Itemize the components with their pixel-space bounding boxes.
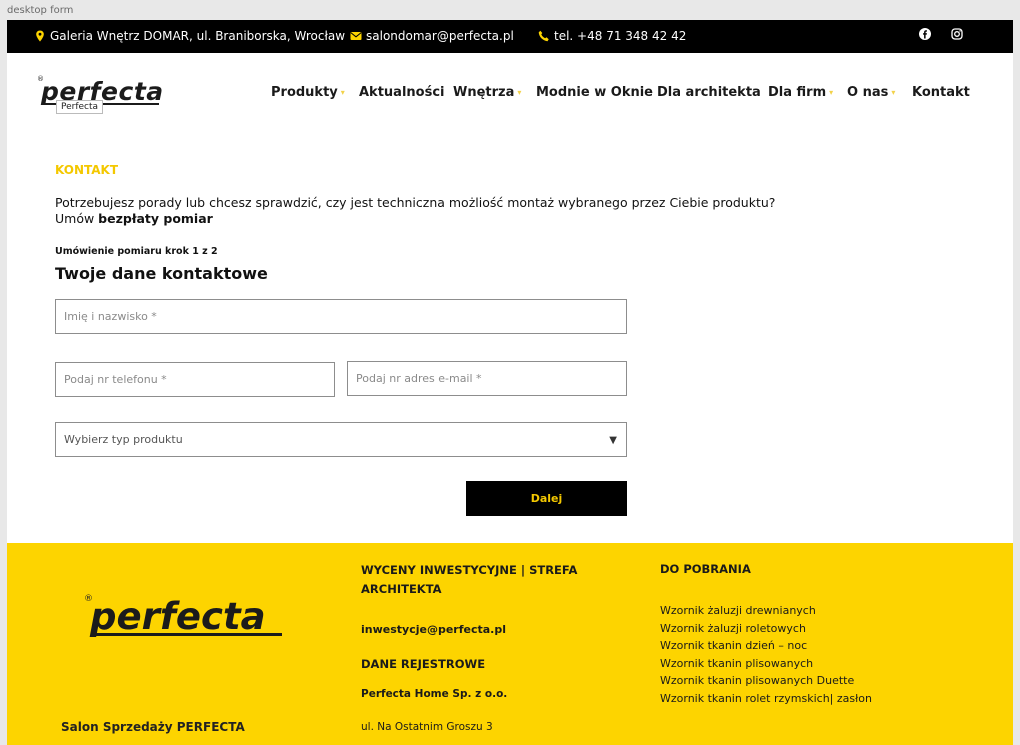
footer-company-name: Perfecta Home Sp. z o.o. xyxy=(361,688,508,700)
intro-prefix: Umów xyxy=(55,211,99,226)
section-label: KONTAKT xyxy=(55,163,119,177)
nav-label: Wnętrza xyxy=(453,85,515,100)
next-button[interactable]: Dalej xyxy=(466,481,627,516)
footer-investment-heading: WYCENY INWESTYCYJNE | STREFA ARCHITEKTA xyxy=(361,563,578,596)
nav-item-aktualnosci[interactable]: Aktualności xyxy=(359,85,445,100)
product-type-select[interactable]: Wybierz typ produktu ▼ xyxy=(55,422,627,457)
download-link[interactable]: Wzornik tkanin plisowanych xyxy=(660,655,872,673)
footer-address: ul. Na Ostatnim Groszu 3 xyxy=(361,721,493,733)
topbar-address[interactable]: Galeria Wnętrz DOMAR, ul. Braniborska, W… xyxy=(34,29,345,43)
nav-label: O nas xyxy=(847,85,889,100)
nav-item-wnetrza[interactable]: Wnętrza ▾ xyxy=(453,85,521,100)
footer-salon-title: Salon Sprzedaży PERFECTA xyxy=(61,720,245,734)
chevron-down-icon: ▾ xyxy=(517,88,522,97)
facebook-icon[interactable] xyxy=(918,27,932,41)
topbar-address-text: Galeria Wnętrz DOMAR, ul. Braniborska, W… xyxy=(50,29,346,43)
nav-label: Aktualności xyxy=(359,85,445,100)
nav-item-produkty[interactable]: Produkty ▾ xyxy=(271,85,345,100)
footer: ® perfecta Salon Sprzedaży PERFECTA WYCE… xyxy=(7,543,1013,745)
topbar-email-text: salondomar@perfecta.pl xyxy=(366,29,514,43)
download-link[interactable]: Wzornik tkanin rolet rzymskich| zasłon xyxy=(660,690,872,708)
location-pin-icon xyxy=(36,30,44,42)
step-indicator: Umówienie pomiaru krok 1 z 2 xyxy=(55,246,218,257)
chevron-down-icon: ▾ xyxy=(891,88,896,97)
frame-label: desktop form xyxy=(7,5,74,16)
footer-registry-heading: DANE REJESTROWE xyxy=(361,657,486,671)
nav-label: Kontakt xyxy=(912,85,970,100)
chevron-down-icon: ▾ xyxy=(340,88,345,97)
download-link[interactable]: Wzornik żaluzji roletowych xyxy=(660,620,872,638)
logo-tooltip: Perfecta xyxy=(56,100,104,114)
intro-line-1: Potrzebujesz porady lub chcesz sprawdzić… xyxy=(55,195,776,210)
chevron-down-icon: ▾ xyxy=(829,88,834,97)
topbar-email[interactable]: salondomar@perfecta.pl xyxy=(350,29,514,43)
nav-item-dla-firm[interactable]: Dla firm ▾ xyxy=(768,85,833,100)
nav-item-modnie-w-oknie[interactable]: Modnie w Oknie xyxy=(536,85,653,100)
form-title: Twoje dane kontaktowe xyxy=(55,264,268,283)
intro-line-2: Umów bezpłaty pomiar xyxy=(55,211,775,227)
footer-investment-email[interactable]: inwestycje@perfecta.pl xyxy=(361,623,506,636)
email-field[interactable] xyxy=(347,361,627,396)
nav-label: Dla architekta xyxy=(657,85,761,100)
page: Galeria Wnętrz DOMAR, ul. Braniborska, W… xyxy=(7,20,1013,745)
nav-label: Dla firm xyxy=(768,85,827,100)
footer-logo[interactable]: ® perfecta xyxy=(82,591,287,647)
phone-field[interactable] xyxy=(55,362,335,397)
topbar-phone-text: tel. +48 71 348 42 42 xyxy=(554,29,687,43)
envelope-icon xyxy=(350,32,362,40)
nav-label: Modnie w Oknie xyxy=(536,85,653,100)
instagram-icon[interactable] xyxy=(950,27,964,41)
product-select-value: Wybierz typ produktu xyxy=(64,433,183,446)
email-input[interactable] xyxy=(356,372,626,385)
download-link[interactable]: Wzornik tkanin plisowanych Duette xyxy=(660,672,872,690)
nav-label: Produkty xyxy=(271,85,338,100)
nav-item-o-nas[interactable]: O nas ▾ xyxy=(847,85,895,100)
topbar-phone[interactable]: tel. +48 71 348 42 42 xyxy=(538,29,686,43)
name-input[interactable] xyxy=(64,310,626,323)
top-bar: Galeria Wnętrz DOMAR, ul. Braniborska, W… xyxy=(7,20,1013,53)
download-link[interactable]: Wzornik żaluzji drewnianych xyxy=(660,602,872,620)
nav-item-dla-architekta[interactable]: Dla architekta xyxy=(657,85,761,100)
intro-bold: bezpłaty pomiar xyxy=(98,211,213,226)
footer-downloads-heading: DO POBRANIA xyxy=(660,562,751,576)
intro-text: Potrzebujesz porady lub chcesz sprawdzić… xyxy=(55,195,775,227)
phone-icon xyxy=(538,30,549,42)
footer-downloads-list: Wzornik żaluzji drewnianych Wzornik żalu… xyxy=(660,602,872,707)
download-link[interactable]: Wzornik tkanin dzień – noc xyxy=(660,637,872,655)
name-field[interactable] xyxy=(55,299,627,334)
svg-text:perfecta: perfecta xyxy=(89,595,266,638)
nav-item-kontakt[interactable]: Kontakt xyxy=(912,85,970,100)
caret-down-icon: ▼ xyxy=(609,435,617,446)
phone-input[interactable] xyxy=(64,373,334,386)
